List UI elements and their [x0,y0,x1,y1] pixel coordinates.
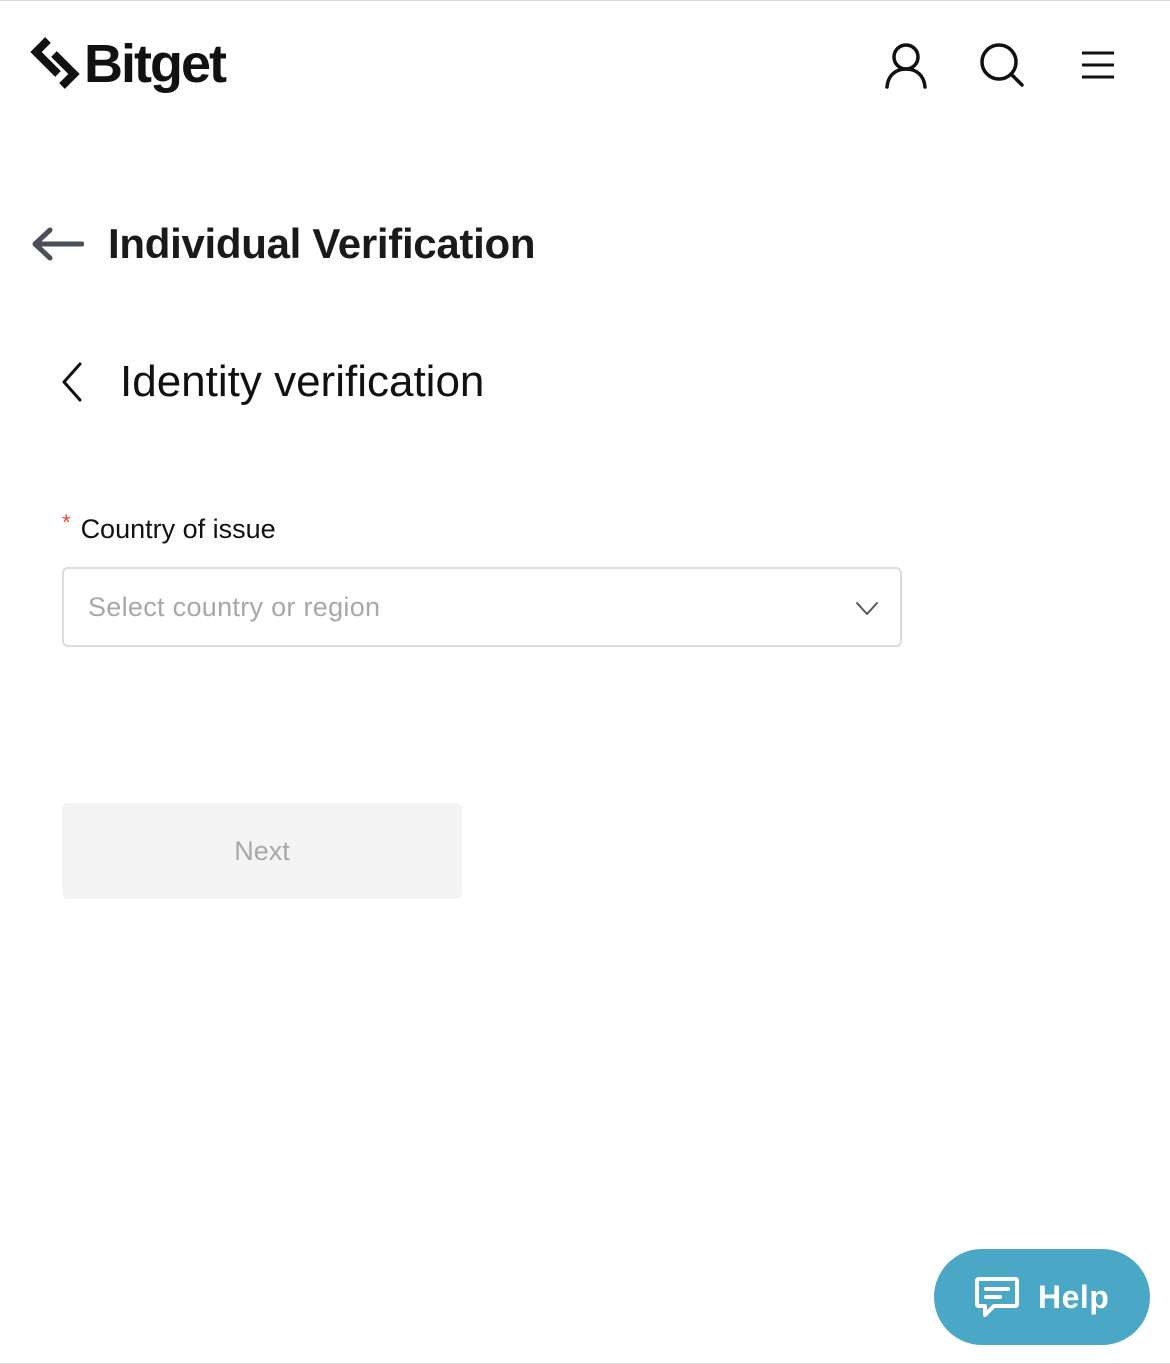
chevron-down-icon [856,602,878,615]
chat-icon [975,1277,1019,1317]
page: Bitget Individual Verification Identity … [0,0,1170,1364]
chevron-left-icon[interactable] [58,357,92,407]
back-arrow-icon[interactable] [30,224,86,264]
country-label-text: Country of issue [80,513,276,544]
help-button[interactable]: Help [934,1249,1150,1345]
step-title: Identity verification [120,357,485,406]
page-title: Individual Verification [108,220,536,267]
next-button[interactable]: Next [62,803,462,899]
country-select-placeholder: Select country or region [88,591,381,622]
title-row: Individual Verification [30,209,536,279]
step-header: Identity verification [58,349,484,415]
bitget-logo-mark-icon [30,37,80,89]
country-select[interactable]: Select country or region [62,567,902,647]
user-icon[interactable] [882,41,930,89]
menu-icon[interactable] [1074,41,1122,89]
brand-name: Bitget [84,34,227,94]
required-mark: * [62,510,71,535]
country-field-label: * Country of issue [62,509,276,549]
top-header: Bitget [0,1,1170,131]
bitget-logo[interactable]: Bitget [30,31,227,97]
search-icon[interactable] [978,41,1026,89]
help-label: Help [1038,1278,1110,1315]
